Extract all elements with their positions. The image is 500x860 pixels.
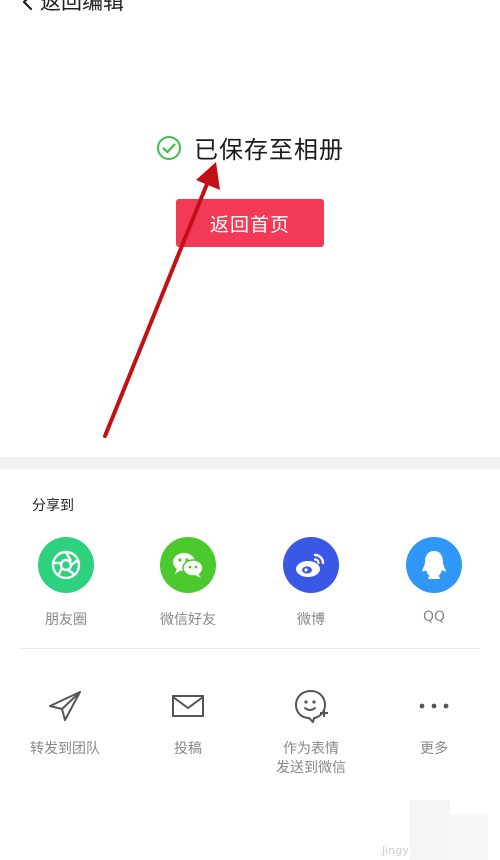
share-label-weibo: 微博 [297,612,325,628]
check-circle-icon [157,135,181,160]
forward-to-team-button[interactable]: 转发到团队 [0,686,130,759]
share-qq[interactable]: QQ [379,537,489,625]
return-home-button[interactable]: 返回首页 [176,199,324,247]
more-button[interactable]: 更多 [369,686,499,759]
wechat-icon [160,537,216,593]
share-moments[interactable]: 朋友圈 [11,537,121,629]
send-as-sticker-label: 作为表情 发送到微信 [246,740,376,778]
forward-to-team-label: 转发到团队 [30,741,100,757]
back-label: 返回编辑 [40,0,124,14]
sticker-add-icon [291,686,331,726]
watermark-text: Jingy [382,844,409,857]
envelope-icon [168,686,208,726]
moments-icon [38,537,94,593]
share-title: 分享到 [32,498,74,514]
saved-text: 已保存至相册 [194,136,344,164]
weibo-icon [283,537,339,593]
actions-row: 转发到团队 投稿 作为表情 发送到微信 更多 [0,686,500,796]
share-label-moments: 朋友圈 [45,612,87,628]
watermark-block-2 [448,814,488,860]
sticker-label-line1: 作为表情 [283,741,339,757]
share-label-qq: QQ [422,609,446,625]
more-dots-icon [414,686,454,726]
submit-label: 投稿 [174,741,202,757]
share-wechat-friend[interactable]: 微信好友 [133,537,243,629]
section-divider-band [0,457,500,469]
saved-status: 已保存至相册 [0,130,500,165]
qq-icon [406,537,462,593]
watermark-block [410,800,450,860]
share-targets: 朋友圈 微信好友 微博 QQ [0,537,500,637]
paper-plane-icon [45,686,85,726]
share-weibo[interactable]: 微博 [256,537,366,629]
send-as-sticker-button[interactable]: 作为表情 发送到微信 [246,686,376,778]
back-to-edit-link[interactable]: 返回编辑 [20,0,124,14]
sticker-label-line2: 发送到微信 [276,760,346,776]
submit-button[interactable]: 投稿 [123,686,253,759]
divider [20,648,480,649]
chevron-left-icon [22,0,33,11]
top-bar: 返回编辑 [0,0,500,20]
more-label: 更多 [420,741,448,757]
share-label-wechat: 微信好友 [160,612,216,628]
